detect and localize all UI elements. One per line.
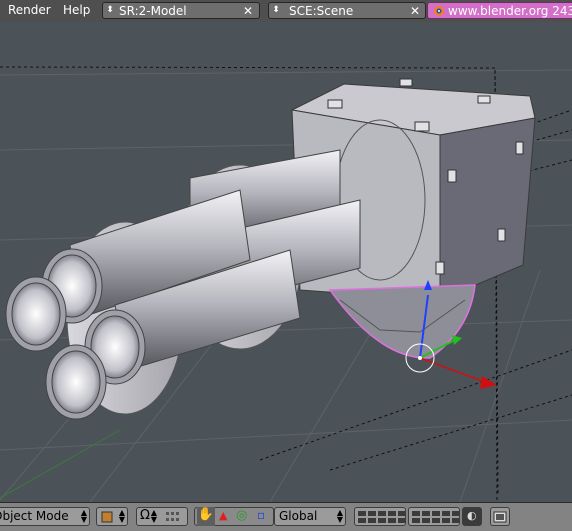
- blender-logo-icon: [434, 6, 444, 16]
- scene-name[interactable]: SCE:Scene: [289, 4, 353, 18]
- mode-label[interactable]: Object Mode: [0, 509, 69, 523]
- screen-name[interactable]: SR:2-Model: [119, 4, 187, 18]
- draw-type-selector[interactable]: ▲ ▼: [96, 507, 128, 526]
- viewport-scene[interactable]: [0, 22, 572, 502]
- layers-group-2[interactable]: [408, 507, 460, 526]
- render-icon: [493, 511, 507, 523]
- render-menu[interactable]: Render: [8, 3, 51, 17]
- snap-icon[interactable]: [165, 510, 183, 524]
- pivot-arrows-icon: ▲ ▼: [150, 508, 157, 524]
- scene-selector[interactable]: ⬍ SCE:Scene ✕: [268, 2, 426, 19]
- layers-group-1[interactable]: [354, 507, 406, 526]
- screen-selector[interactable]: ⬍ SR:2-Model ✕: [102, 2, 260, 19]
- green-axis-line: [0, 429, 121, 499]
- mode-arrows-icon: ▲ ▼: [80, 508, 87, 524]
- grab-hand-icon[interactable]: ✋: [197, 507, 215, 526]
- orientation-label[interactable]: Global: [279, 509, 317, 523]
- mode-selector[interactable]: Object Mode ▲ ▼: [0, 507, 90, 526]
- draw-type-icon: [101, 511, 113, 523]
- render-view-button[interactable]: [490, 507, 510, 526]
- close-icon[interactable]: ✕: [241, 4, 255, 18]
- pivot-icon: Ω: [140, 508, 150, 523]
- blender-url[interactable]: www.blender.org 243: [448, 4, 572, 18]
- translate-icon[interactable]: ▲: [219, 509, 227, 522]
- x-axis-handle[interactable]: [419, 357, 486, 383]
- 3d-viewport[interactable]: [0, 22, 572, 502]
- scale-icon[interactable]: ▫: [257, 508, 265, 522]
- lock-icon: ◐: [467, 509, 477, 522]
- info-header: Render Help ⬍ SR:2-Model ✕ ⬍ SCE:Scene ✕…: [0, 0, 572, 23]
- manipulator-toolbar[interactable]: ✋ ▲ ◎ ▫: [194, 507, 274, 526]
- rotate-icon[interactable]: ◎: [236, 508, 247, 523]
- orientation-selector[interactable]: Global ▲ ▼: [274, 507, 346, 526]
- close-icon[interactable]: ✕: [408, 4, 422, 18]
- lock-layers-button[interactable]: ◐: [462, 507, 482, 526]
- draw-type-arrows-icon: ▲ ▼: [118, 508, 125, 524]
- help-menu[interactable]: Help: [63, 3, 90, 17]
- 3d-view-header: Object Mode ▲ ▼ ▲ ▼ Ω ▲ ▼ ✋ ▲ ◎ ▫ Global ▲ ▼…: [0, 502, 572, 531]
- pivot-selector[interactable]: Ω ▲ ▼: [136, 507, 188, 526]
- object-origin: [418, 356, 422, 360]
- blender-url-banner[interactable]: www.blender.org 243: [427, 2, 572, 19]
- screen-arrows-icon[interactable]: ⬍: [105, 3, 115, 18]
- scene-arrows-icon[interactable]: ⬍: [271, 3, 281, 18]
- x-axis-arrow-icon[interactable]: [480, 376, 497, 389]
- orientation-arrows-icon: ▲ ▼: [336, 508, 343, 524]
- y-axis-arrow-icon[interactable]: [452, 335, 462, 345]
- gun-base[interactable]: [328, 284, 476, 359]
